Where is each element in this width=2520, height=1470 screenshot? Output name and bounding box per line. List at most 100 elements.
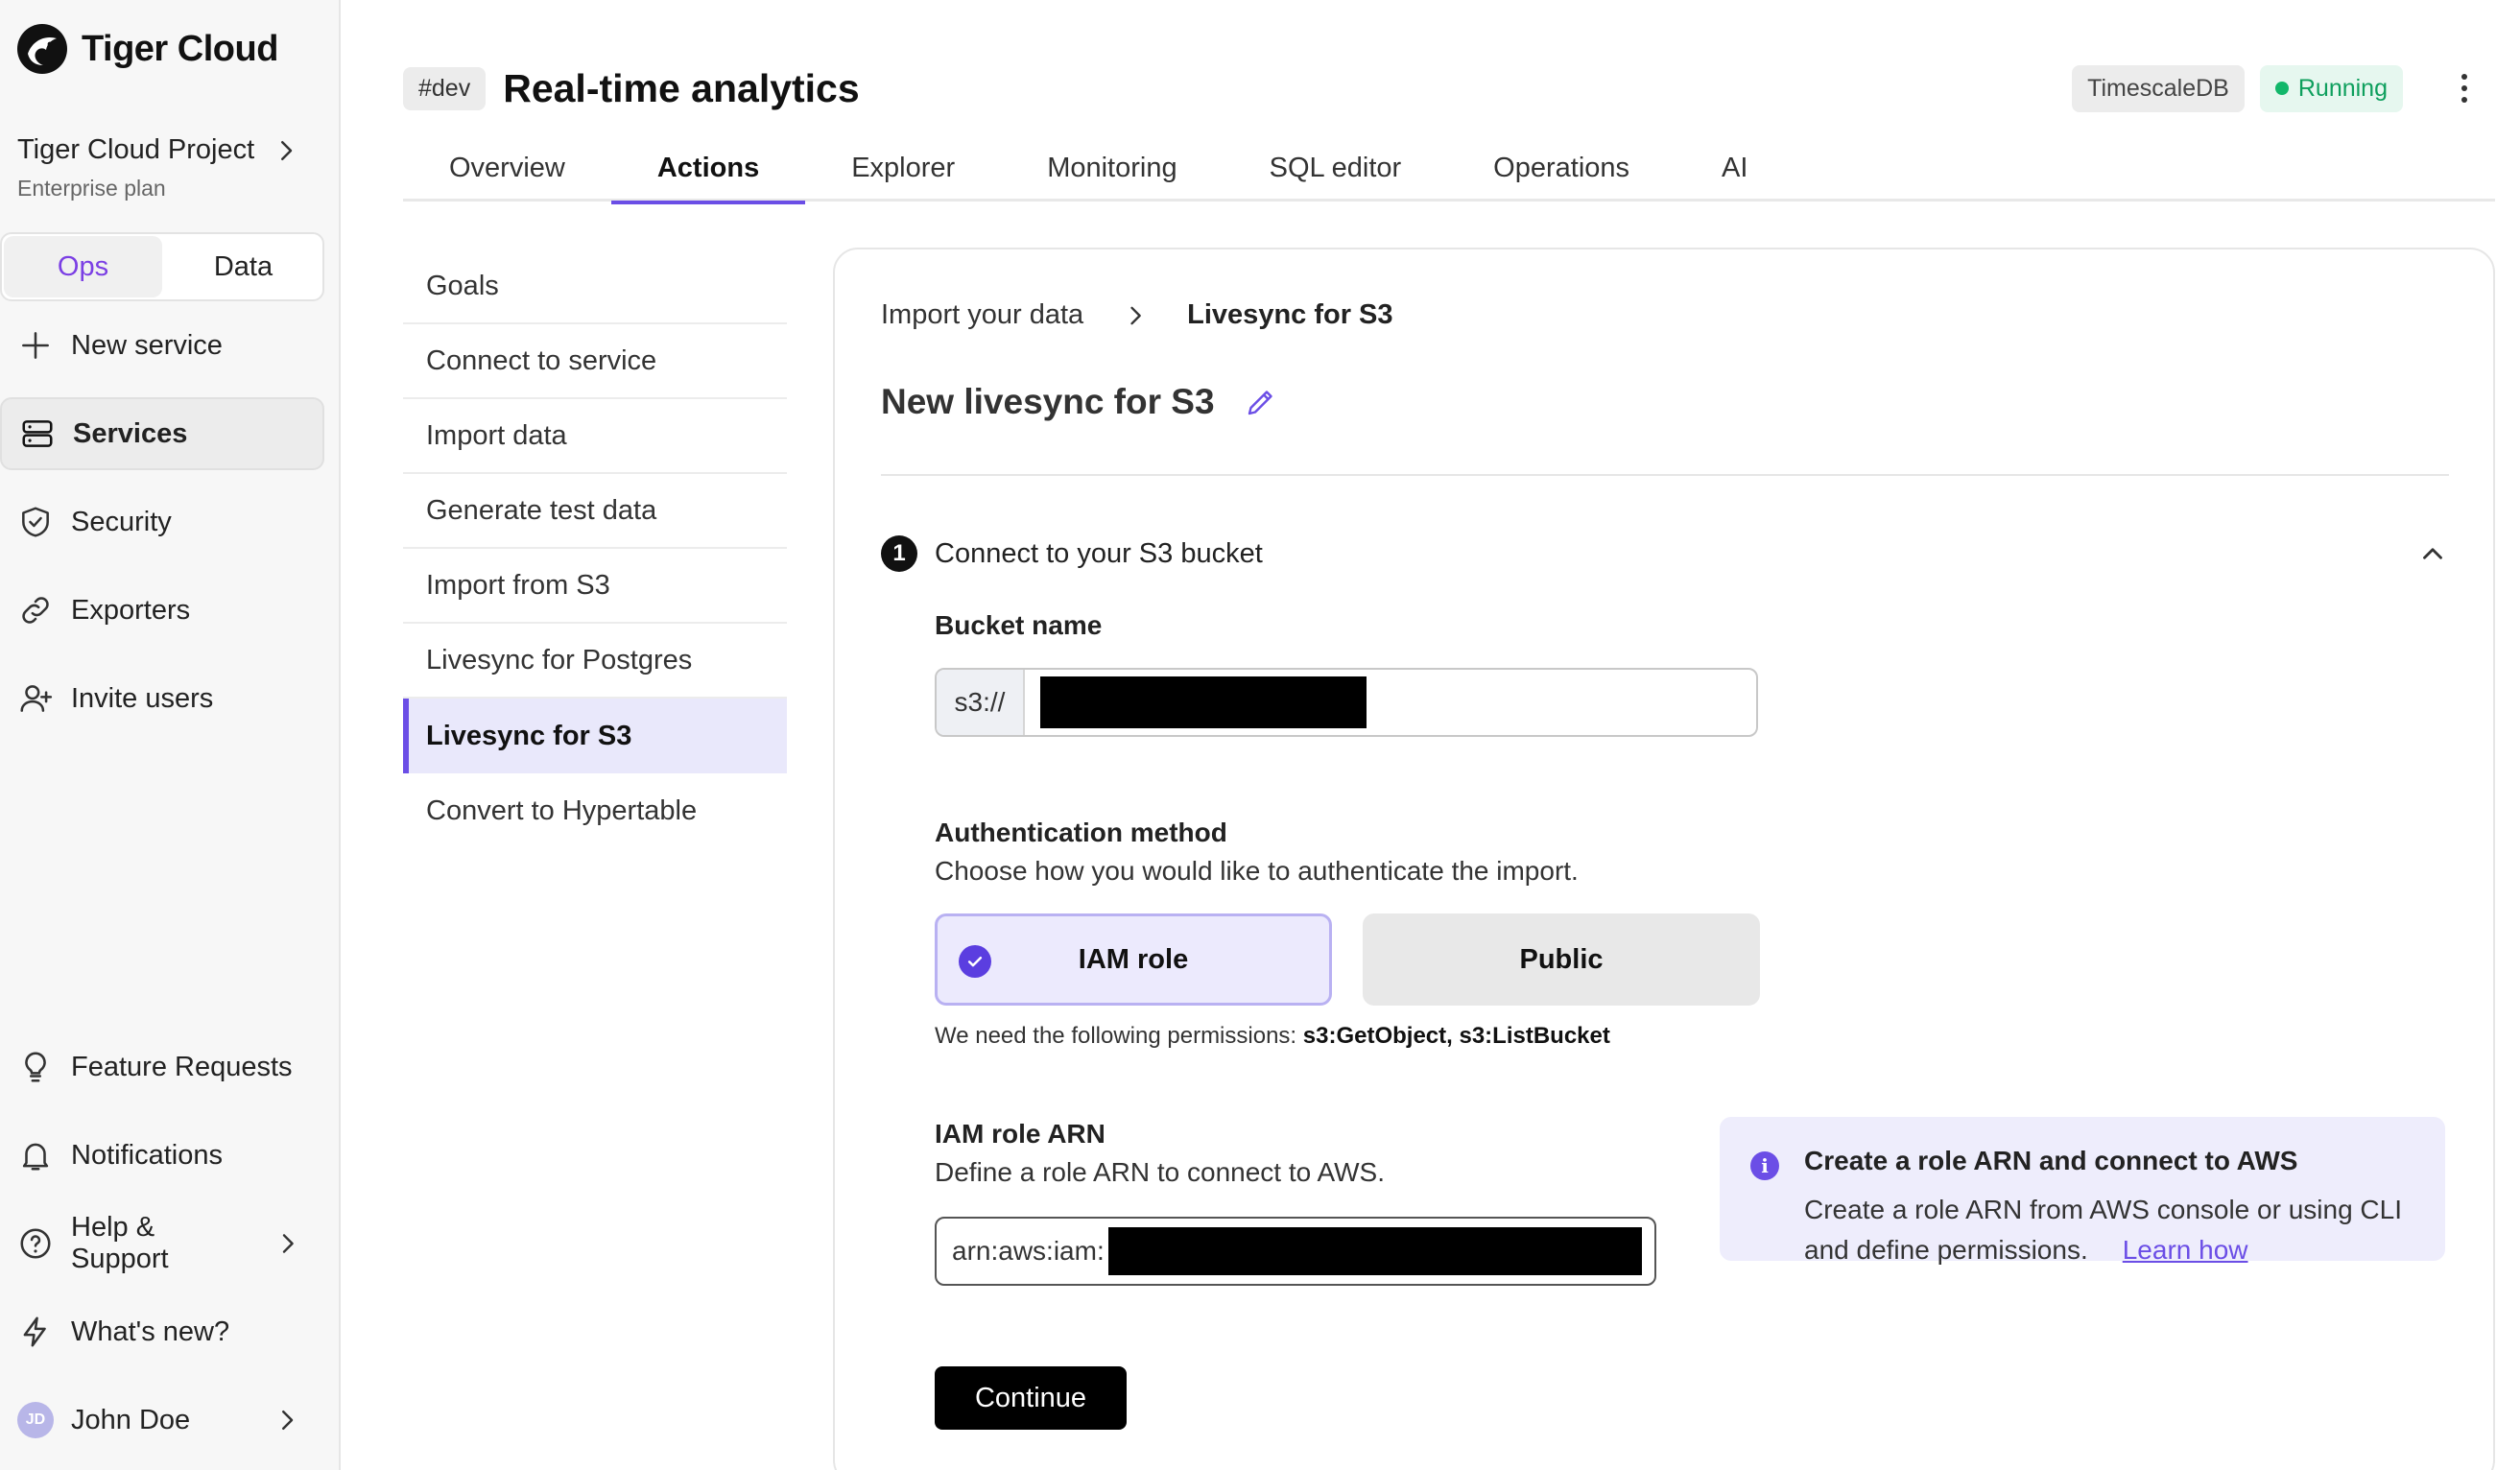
continue-button[interactable]: Continue — [935, 1366, 1127, 1430]
step-header[interactable]: 1 Connect to your S3 bucket — [881, 535, 2449, 572]
sidebar-item-label: Invite users — [71, 682, 214, 714]
more-menu-button[interactable] — [2443, 67, 2485, 109]
bucket-prefix: s3:// — [937, 670, 1025, 735]
page-title: Real-time analytics — [503, 65, 860, 110]
sidebar-item-invite-users[interactable]: Invite users — [0, 662, 324, 735]
redacted-block — [1107, 1227, 1642, 1275]
tab-sql-editor[interactable]: SQL editor — [1224, 134, 1448, 202]
auth-method-description: Choose how you would like to authenticat… — [935, 856, 1579, 886]
subnav-item-livesync-s3[interactable]: Livesync for S3 — [403, 699, 787, 773]
tiger-logo-icon — [17, 24, 67, 74]
tab-explorer[interactable]: Explorer — [805, 134, 1001, 202]
info-body-text: Create a role ARN from AWS console or us… — [1804, 1195, 2402, 1265]
brand-name: Tiger Cloud — [82, 28, 278, 69]
iam-arn-description: Define a role ARN to connect to AWS. — [935, 1157, 1385, 1187]
db-type-badge: TimescaleDB — [2072, 64, 2245, 112]
lightbulb-icon — [25, 1052, 46, 1082]
info-callout: i Create a role ARN and connect to AWS C… — [1720, 1117, 2445, 1265]
ops-data-toggle: Ops Data — [0, 232, 324, 301]
permissions-values: s3:GetObject, s3:ListBucket — [1302, 1023, 1610, 1049]
redacted-block — [1040, 676, 1367, 728]
sidebar-item-label: Exporters — [71, 594, 191, 626]
subnav-item-import-from-s3[interactable]: Import from S3 — [403, 549, 787, 624]
help-circle-icon — [20, 1228, 51, 1259]
plus-icon — [22, 332, 49, 359]
user-name: John Doe — [71, 1404, 191, 1435]
service-tabs: Overview Actions Explorer Monitoring SQL… — [403, 134, 2495, 204]
learn-how-link[interactable]: Learn how — [2123, 1235, 2248, 1265]
step-number: 1 — [881, 535, 917, 572]
project-selector[interactable]: Tiger Cloud Project Enterprise plan — [17, 134, 324, 202]
chevron-right-icon — [282, 1234, 294, 1253]
pencil-icon[interactable] — [1244, 385, 1278, 419]
bucket-value[interactable] — [1025, 670, 1756, 735]
subnav-item-goals[interactable]: Goals — [403, 249, 787, 324]
status-label: Running — [2297, 74, 2388, 102]
user-plus-icon — [20, 685, 53, 712]
env-tag: #dev — [403, 66, 487, 110]
permissions-note: We need the following permissions: s3:Ge… — [935, 1023, 1610, 1050]
sidebar-item-whats-new[interactable]: What's new? — [0, 1295, 324, 1368]
form-title: New livesync for S3 — [881, 382, 1215, 421]
subnav-item-connect-to-service[interactable]: Connect to service — [403, 324, 787, 399]
shield-check-icon — [22, 507, 49, 537]
sidebar-item-notifications[interactable]: Notifications — [0, 1119, 324, 1192]
app-root: Tiger Cloud Tiger Cloud Project Enterpri… — [0, 0, 2520, 1470]
subnav-item-convert-hypertable[interactable]: Convert to Hypertable — [403, 773, 787, 848]
bell-icon — [22, 1143, 49, 1171]
info-title: Create a role ARN and connect to AWS — [1804, 1146, 2298, 1175]
user-menu[interactable]: JD John Doe — [0, 1384, 324, 1457]
tab-operations[interactable]: Operations — [1447, 134, 1676, 202]
link-icon — [22, 597, 49, 624]
status-dot-icon — [2274, 82, 2289, 95]
service-header: #dev Real-time analytics TimescaleDB Run… — [403, 59, 2485, 117]
breadcrumb-parent[interactable]: Import your data — [881, 299, 1083, 331]
sidebar-item-label: Services — [73, 417, 188, 449]
tab-actions[interactable]: Actions — [610, 134, 806, 204]
avatar: JD — [17, 1402, 54, 1438]
subnav-item-generate-test-data[interactable]: Generate test data — [403, 474, 787, 549]
form-title-row: New livesync for S3 — [881, 382, 1278, 422]
breadcrumb-current: Livesync for S3 — [1187, 299, 1393, 330]
tab-ai[interactable]: AI — [1676, 134, 1794, 202]
project-plan: Enterprise plan — [17, 176, 166, 201]
actions-subnav: Goals Connect to service Import data Gen… — [403, 249, 787, 848]
kebab-icon — [2461, 74, 2467, 103]
auth-method-label: Authentication method — [935, 818, 1227, 847]
iam-arn-label: IAM role ARN — [935, 1119, 1105, 1149]
sidebar-bottom-nav: Feature Requests Notifications Help & Su… — [0, 1031, 324, 1470]
header-right: TimescaleDB Running — [2072, 64, 2485, 112]
livesync-card: Import your data Livesync for S3 New liv… — [833, 248, 2495, 1470]
auth-option-iam-role[interactable]: IAM role — [935, 913, 1332, 1006]
permissions-prefix: We need the following permissions: — [935, 1023, 1297, 1049]
subnav-item-import-data[interactable]: Import data — [403, 399, 787, 474]
sidebar-item-label: Security — [71, 506, 172, 537]
sidebar-item-help-support[interactable]: Help & Support — [0, 1207, 324, 1280]
sidebar-item-new-service[interactable]: New service — [0, 309, 324, 382]
status-badge: Running — [2259, 64, 2403, 112]
sidebar-item-feature-requests[interactable]: Feature Requests — [0, 1031, 324, 1103]
tab-monitoring[interactable]: Monitoring — [1001, 134, 1223, 202]
sidebar-item-exporters[interactable]: Exporters — [0, 574, 324, 647]
auth-method-options: IAM role Public — [935, 913, 1760, 1006]
auth-option-label: IAM role — [1078, 943, 1189, 975]
info-icon: i — [1750, 1151, 1779, 1180]
auth-option-public[interactable]: Public — [1363, 913, 1760, 1006]
step-title: Connect to your S3 bucket — [935, 537, 1263, 569]
iam-arn-field[interactable]: arn:aws:iam: — [935, 1217, 1656, 1286]
brand[interactable]: Tiger Cloud — [14, 21, 278, 77]
sidebar-item-services[interactable]: Services — [0, 397, 324, 470]
subnav-item-livesync-postgres[interactable]: Livesync for Postgres — [403, 624, 787, 699]
tab-overview[interactable]: Overview — [403, 134, 611, 202]
left-sidebar: Tiger Cloud Tiger Cloud Project Enterpri… — [0, 0, 341, 1470]
bucket-name-field[interactable]: s3:// — [935, 668, 1758, 737]
server-icon — [22, 420, 53, 447]
chevron-right-icon — [1130, 306, 1141, 324]
sidebar-item-security[interactable]: Security — [0, 486, 324, 558]
sidebar-item-label: Help & Support — [71, 1212, 169, 1274]
toggle-data[interactable]: Data — [164, 234, 322, 299]
toggle-ops[interactable]: Ops — [4, 236, 162, 297]
info-body: Create a role ARN from AWS console or us… — [1804, 1190, 2416, 1270]
chevron-up-icon[interactable] — [2416, 537, 2449, 570]
bucket-name-label: Bucket name — [935, 610, 1103, 640]
